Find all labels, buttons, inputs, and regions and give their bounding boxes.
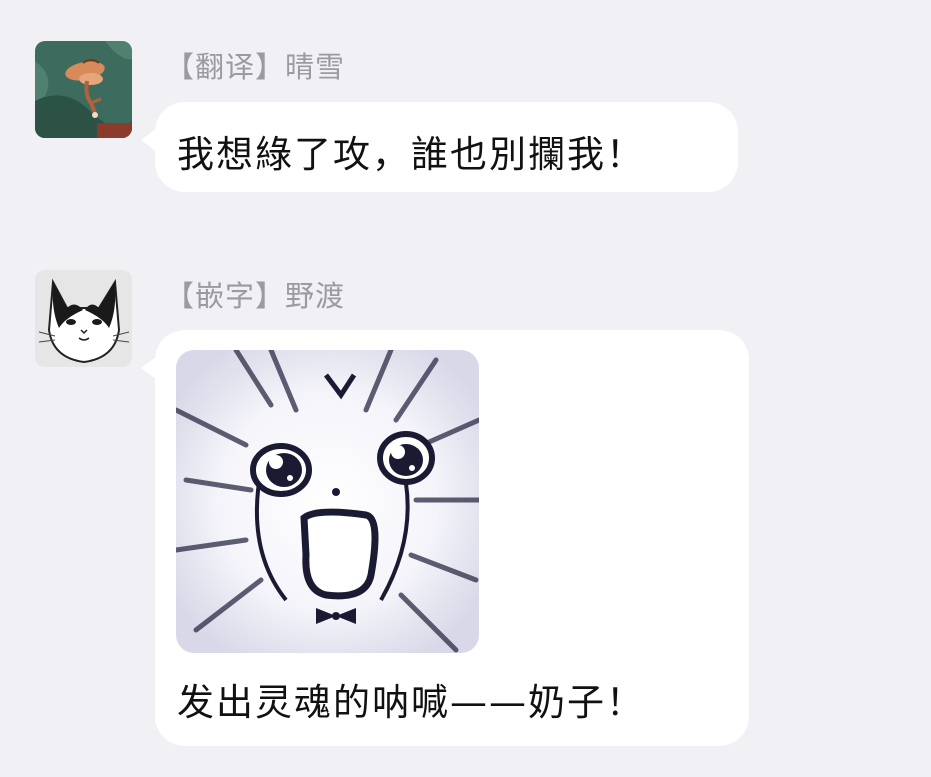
message-bubble[interactable]: 我想綠了攻，誰也別攔我！ <box>141 102 738 192</box>
chat-view: 【翻译】晴雪 我想綠了攻，誰也別攔我！ 【嵌字】野渡 发出灵魂的呐喊——奶子！ <box>0 0 931 777</box>
cartoon-figure-avatar-icon[interactable] <box>35 41 132 138</box>
black-white-cat-avatar-icon[interactable] <box>35 270 132 367</box>
shocked-cat-sticker-icon[interactable] <box>176 350 479 653</box>
bubble-tail <box>141 356 157 380</box>
sender-name: 【翻译】晴雪 <box>165 50 346 84</box>
message-bubble[interactable]: 发出灵魂的呐喊——奶子！ <box>141 330 749 746</box>
bubble-tail <box>141 128 157 152</box>
message-text: 我想綠了攻，誰也別攔我！ <box>177 133 645 176</box>
sender-name: 【嵌字】野渡 <box>165 279 346 313</box>
message-text: 发出灵魂的呐喊——奶子！ <box>177 681 645 724</box>
